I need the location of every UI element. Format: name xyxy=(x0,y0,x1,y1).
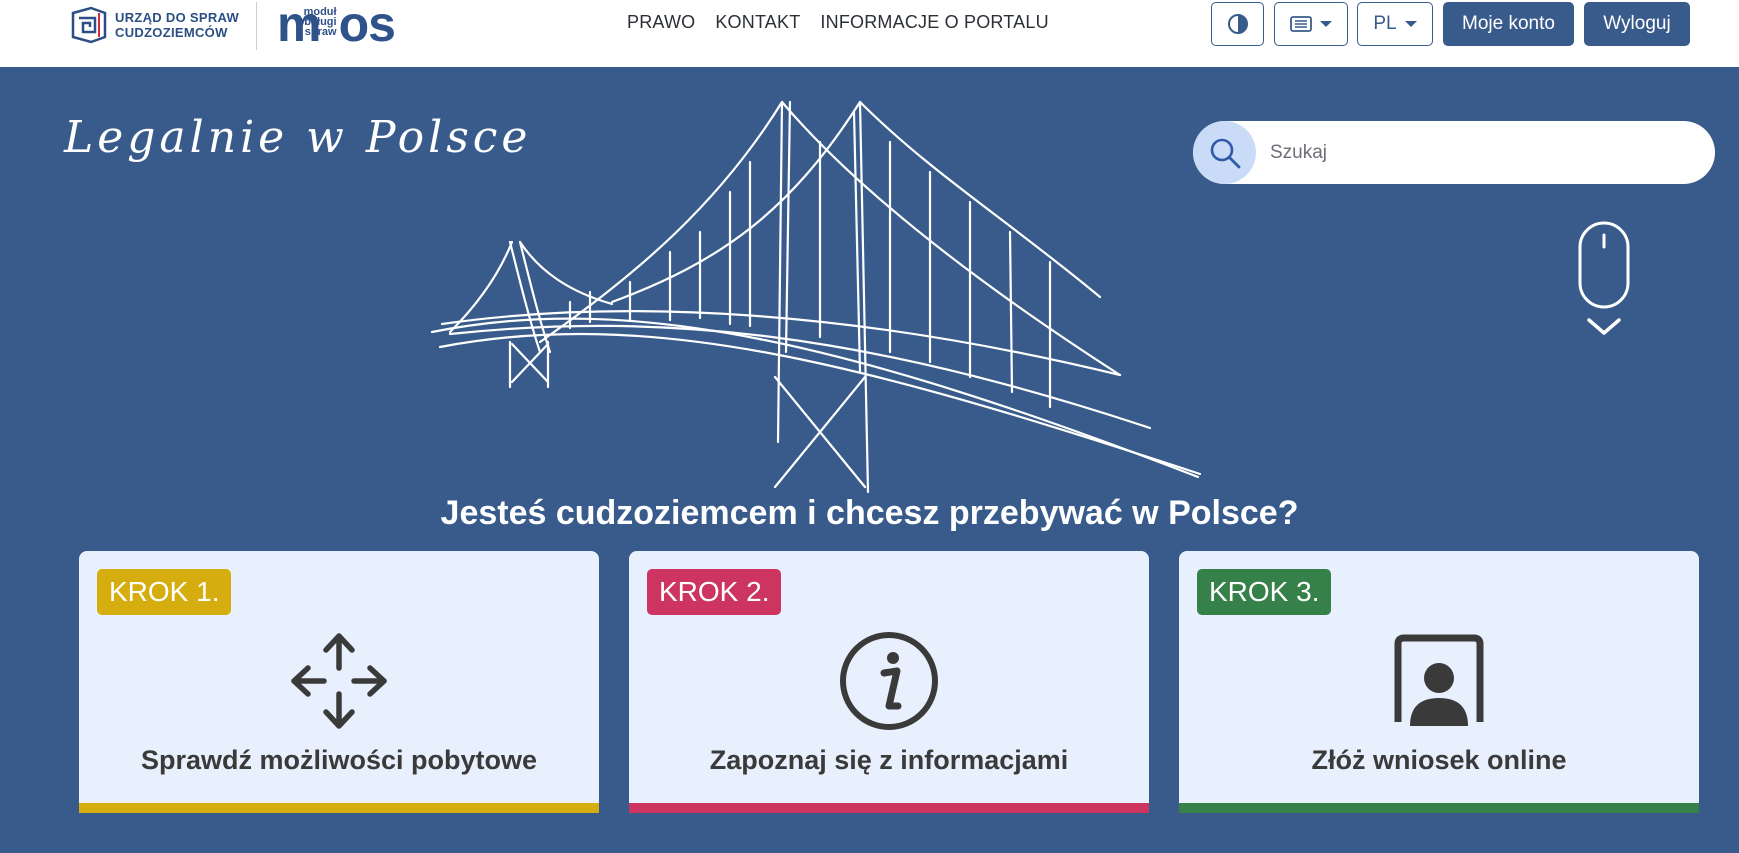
mos-logo-os: os xyxy=(338,0,396,52)
step-accent-bar xyxy=(629,803,1149,813)
step-accent-bar xyxy=(79,803,599,813)
my-account-button[interactable]: Moje konto xyxy=(1443,2,1574,46)
language-label: PL xyxy=(1373,13,1397,34)
nav-portal-info[interactable]: INFORMACJE O PORTALU xyxy=(820,12,1048,33)
user-screen-icon xyxy=(1394,634,1484,726)
search-input[interactable] xyxy=(1268,140,1692,165)
nav-law[interactable]: PRAWO xyxy=(627,12,695,33)
udsc-logo-line2: CUDZOZIEMCÓW xyxy=(115,25,228,40)
udsc-emblem-icon xyxy=(71,6,107,44)
chevron-down-icon xyxy=(1404,21,1417,27)
logo-divider xyxy=(256,2,257,50)
mos-logo-subtitle: moduł obsługi spraw xyxy=(297,7,337,38)
search-bar xyxy=(1193,121,1715,184)
move-arrows-icon xyxy=(291,633,387,729)
logout-button[interactable]: Wyloguj xyxy=(1584,2,1690,46)
hero-question: Jesteś cudzoziemcem i chcesz przebywać w… xyxy=(440,494,1299,532)
step-badge: KROK 1. xyxy=(97,569,232,615)
main-nav: PRAWO KONTAKT INFORMACJE O PORTALU xyxy=(627,12,1049,33)
language-dropdown[interactable]: PL xyxy=(1357,2,1433,46)
bridge-illustration xyxy=(430,100,1202,494)
view-mode-dropdown[interactable] xyxy=(1274,2,1348,46)
search-icon xyxy=(1210,138,1240,168)
step-title: Złóż wniosek online xyxy=(1311,745,1567,775)
info-icon xyxy=(840,632,938,730)
chevron-down-icon xyxy=(1320,21,1332,27)
step-title: Sprawdź możliwości pobytowe xyxy=(140,745,538,775)
udsc-logo-line1: URZĄD DO SPRAW xyxy=(115,10,240,25)
nav-contact[interactable]: KONTAKT xyxy=(715,12,800,33)
top-header: URZĄD DO SPRAW CUDZOZIEMCÓW m moduł obsł… xyxy=(0,0,1739,67)
mos-logo[interactable]: m moduł obsługi spraw os xyxy=(277,0,396,52)
step-card-1[interactable]: KROK 1. Sprawdź możliwości pobytowe xyxy=(79,551,599,813)
step-card-3[interactable]: KROK 3. Złóż wniosek online xyxy=(1179,551,1699,813)
contrast-icon xyxy=(1227,14,1248,34)
search-button[interactable] xyxy=(1193,121,1256,184)
mos-logo-small3: spraw xyxy=(304,26,337,38)
list-view-icon xyxy=(1290,16,1312,32)
step-title: Zapoznaj się z informacjami xyxy=(709,745,1069,775)
contrast-button[interactable] xyxy=(1211,2,1264,46)
scroll-down-icon[interactable] xyxy=(1577,220,1632,340)
step-card-2[interactable]: KROK 2. Zapoznaj się z informacjami xyxy=(629,551,1149,813)
step-accent-bar xyxy=(1179,803,1699,813)
udsc-logo-text: URZĄD DO SPRAW CUDZOZIEMCÓW xyxy=(115,10,239,40)
udsc-logo[interactable]: URZĄD DO SPRAW CUDZOZIEMCÓW xyxy=(69,4,239,46)
step-badge: KROK 3. xyxy=(1197,569,1332,615)
step-badge: KROK 2. xyxy=(647,569,782,615)
